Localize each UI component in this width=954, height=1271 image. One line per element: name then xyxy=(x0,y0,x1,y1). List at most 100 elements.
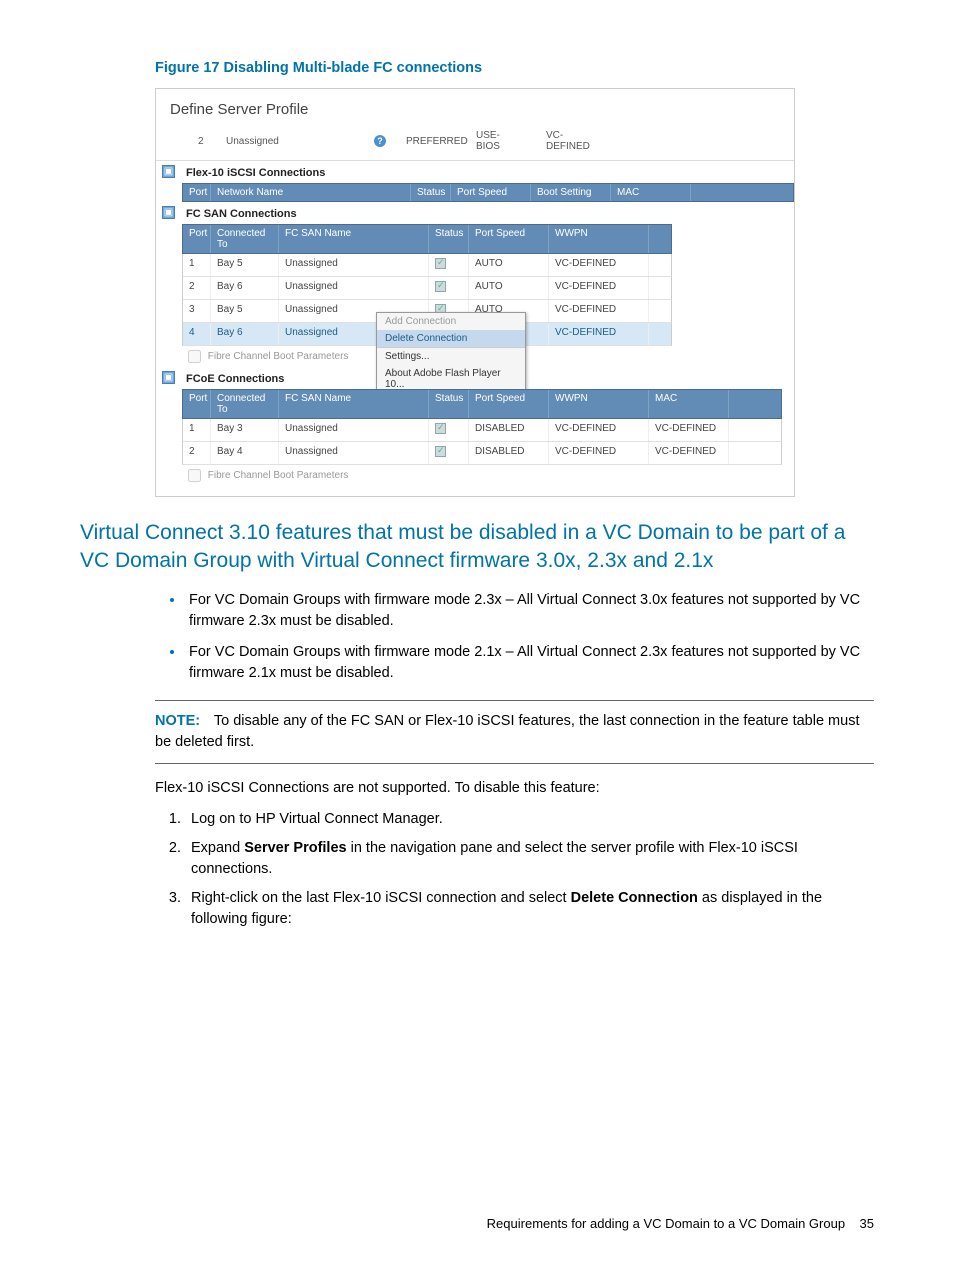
fibre-boot-checkbox[interactable] xyxy=(188,350,201,363)
fcoe-title: FCoE Connections xyxy=(182,367,794,389)
screenshot-top-row: 2 Unassigned ? PREFERRED USE-BIOS VC-DEF… xyxy=(156,128,794,161)
status-ok-icon xyxy=(435,258,446,269)
collapse-icon[interactable]: ▣ xyxy=(162,165,175,178)
top-port: 2 xyxy=(186,136,214,147)
table-row[interactable]: 2 Bay 6 Unassigned AUTO VC-DEFINED xyxy=(182,277,672,300)
bullet-list: For VC Domain Groups with firmware mode … xyxy=(185,590,874,684)
cell-port: 4 xyxy=(183,323,211,345)
step-item: Log on to HP Virtual Connect Manager. xyxy=(185,809,874,830)
step-bold: Delete Connection xyxy=(571,890,698,906)
top-preferred: PREFERRED xyxy=(394,136,464,147)
cell-wwpn: VC-DEFINED xyxy=(549,419,649,441)
cell-conn: Bay 5 xyxy=(211,254,279,276)
col-mac: MAC xyxy=(611,184,691,201)
col-wwpn: WWPN xyxy=(549,390,649,418)
cell-status xyxy=(429,419,469,441)
col-port: Port xyxy=(183,390,211,418)
cell-status xyxy=(429,442,469,464)
flex10-header-row: Port Network Name Status Port Speed Boot… xyxy=(182,183,794,202)
cell-conn: Bay 4 xyxy=(211,442,279,464)
fibre-boot-checkbox[interactable] xyxy=(188,469,201,482)
cell-speed: AUTO xyxy=(469,277,549,299)
cell-wwpn: VC-DEFINED xyxy=(549,277,649,299)
col-speed: Port Speed xyxy=(451,184,531,201)
cell-wwpn: VC-DEFINED xyxy=(549,254,649,276)
figure-caption: Figure 17 Disabling Multi-blade FC conne… xyxy=(155,60,874,76)
col-speed: Port Speed xyxy=(469,225,549,253)
cell-port: 1 xyxy=(183,419,211,441)
col-san-name: FC SAN Name xyxy=(279,390,429,418)
status-ok-icon xyxy=(435,446,446,457)
status-ok-icon xyxy=(435,423,446,434)
step-bold: Server Profiles xyxy=(244,840,346,856)
fcoe-section: ▣ FCoE Connections Port Connected To FC … xyxy=(156,367,794,486)
cell-status xyxy=(429,277,469,299)
cell-conn: Bay 6 xyxy=(211,323,279,345)
fcoe-header-row: Port Connected To FC SAN Name Status Por… xyxy=(182,389,782,419)
section-heading: Virtual Connect 3.10 features that must … xyxy=(80,519,874,576)
screenshot-window-title: Define Server Profile xyxy=(156,97,794,128)
flex10-section: ▣ Flex-10 iSCSI Connections Port Network… xyxy=(156,161,794,202)
cell-san: Unassigned xyxy=(279,254,429,276)
col-mac: MAC xyxy=(649,390,729,418)
collapse-icon[interactable]: ▣ xyxy=(162,371,175,384)
cell-san: Unassigned xyxy=(279,442,429,464)
cell-port: 2 xyxy=(183,277,211,299)
menu-settings[interactable]: Settings... xyxy=(377,348,525,365)
list-item: For VC Domain Groups with firmware mode … xyxy=(185,590,874,632)
note-label: NOTE: xyxy=(155,713,200,729)
note-block: NOTE: To disable any of the FC SAN or Fl… xyxy=(155,700,874,764)
cell-port: 1 xyxy=(183,254,211,276)
col-status: Status xyxy=(429,225,469,253)
col-port: Port xyxy=(183,184,211,201)
table-row[interactable]: 1 Bay 5 Unassigned AUTO VC-DEFINED xyxy=(182,254,672,277)
fibre-boot-label: Fibre Channel Boot Parameters xyxy=(208,470,349,481)
fcsan-title: FC SAN Connections xyxy=(182,202,794,224)
cell-speed: DISABLED xyxy=(469,442,549,464)
footer-page-number: 35 xyxy=(860,1216,874,1231)
cell-speed: AUTO xyxy=(469,254,549,276)
help-icon[interactable]: ? xyxy=(374,135,386,147)
page-footer: Requirements for adding a VC Domain to a… xyxy=(487,1216,874,1231)
fcsan-header-row: Port Connected To FC SAN Name Status Por… xyxy=(182,224,672,254)
menu-delete-connection[interactable]: Delete Connection xyxy=(377,330,525,347)
cell-san: Unassigned xyxy=(279,277,429,299)
col-wwpn: WWPN xyxy=(549,225,649,253)
table-row[interactable]: 2 Bay 4 Unassigned DISABLED VC-DEFINED V… xyxy=(182,442,782,465)
cell-conn: Bay 5 xyxy=(211,300,279,322)
cell-wwpn: VC-DEFINED xyxy=(549,442,649,464)
cell-speed: DISABLED xyxy=(469,419,549,441)
cell-port: 3 xyxy=(183,300,211,322)
collapse-icon[interactable]: ▣ xyxy=(162,206,175,219)
status-ok-icon xyxy=(435,281,446,292)
menu-add-connection[interactable]: Add Connection xyxy=(377,313,525,330)
col-port: Port xyxy=(183,225,211,253)
fcsan-section: ▣ FC SAN Connections Port Connected To F… xyxy=(156,202,794,367)
step-text: Expand xyxy=(191,840,244,856)
col-network: Network Name xyxy=(211,184,411,201)
note-text: To disable any of the FC SAN or Flex-10 … xyxy=(155,713,859,750)
cell-wwpn: VC-DEFINED xyxy=(549,300,649,322)
step-item: Right-click on the last Flex-10 iSCSI co… xyxy=(185,888,874,930)
fibre-boot-checkbox-row: Fibre Channel Boot Parameters xyxy=(182,465,794,486)
table-row[interactable]: 1 Bay 3 Unassigned DISABLED VC-DEFINED V… xyxy=(182,419,782,442)
body-intro: Flex-10 iSCSI Connections are not suppor… xyxy=(155,778,874,799)
cell-wwpn: VC-DEFINED xyxy=(549,323,649,345)
col-boot: Boot Setting xyxy=(531,184,611,201)
step-item: Expand Server Profiles in the navigation… xyxy=(185,838,874,880)
col-connected: Connected To xyxy=(211,225,279,253)
col-speed: Port Speed xyxy=(469,390,549,418)
cell-status xyxy=(429,254,469,276)
top-vcdefined: VC-DEFINED xyxy=(534,130,614,152)
cell-conn: Bay 6 xyxy=(211,277,279,299)
top-assign: Unassigned xyxy=(214,136,374,147)
cell-mac: VC-DEFINED xyxy=(649,419,729,441)
list-item: For VC Domain Groups with firmware mode … xyxy=(185,642,874,684)
footer-text: Requirements for adding a VC Domain to a… xyxy=(487,1216,845,1231)
cell-port: 2 xyxy=(183,442,211,464)
step-text: Right-click on the last Flex-10 iSCSI co… xyxy=(191,890,571,906)
screenshot-panel: Define Server Profile 2 Unassigned ? PRE… xyxy=(155,88,795,497)
ordered-steps: Log on to HP Virtual Connect Manager. Ex… xyxy=(185,809,874,930)
col-status: Status xyxy=(429,390,469,418)
flex10-title: Flex-10 iSCSI Connections xyxy=(182,161,794,183)
